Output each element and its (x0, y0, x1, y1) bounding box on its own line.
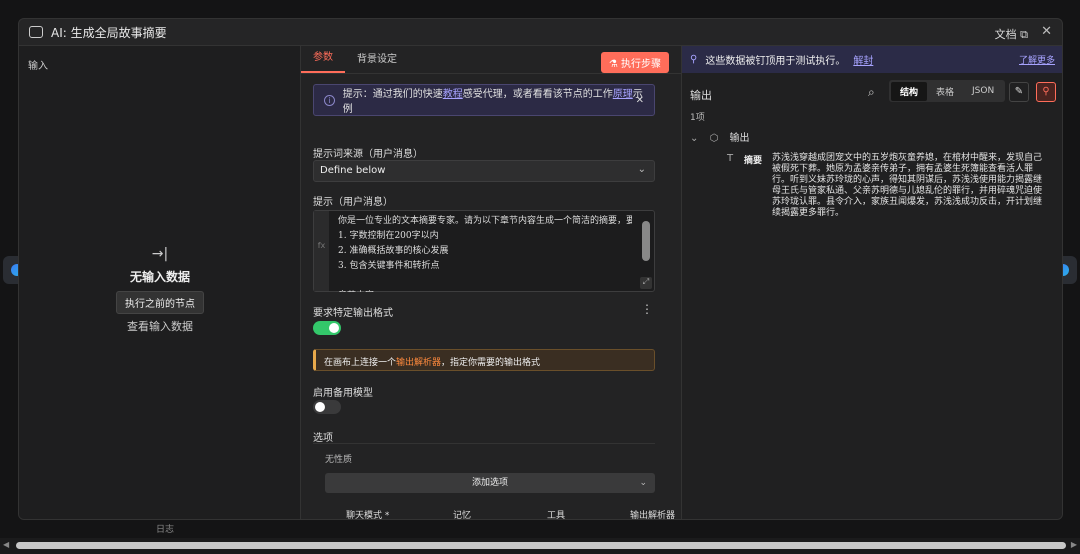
parameters-panel: 参数 背景设定 ⚗ 执行步骤 i 提示：通过我们的快速教程感受代理，或者看看该节… (301, 46, 696, 520)
scroll-left-icon[interactable]: ◀ (3, 540, 9, 549)
empty-input-state: →| 无输入数据 执行之前的节点 查看输入数据 (19, 246, 301, 334)
item-count: 1项 (690, 113, 705, 123)
text-type-icon: T (727, 153, 734, 164)
output-title: 输出 (690, 89, 712, 102)
chevron-down-icon: ⌄ (637, 164, 646, 175)
search-icon[interactable]: ⌕ (868, 85, 875, 100)
chat-model-label: 聊天模式 * (346, 511, 390, 520)
prompt-source-select[interactable]: Define below ⌄ (313, 160, 655, 182)
learn-more-link[interactable]: 了解更多 (1019, 53, 1055, 66)
empty-input-title: 无输入数据 (129, 270, 190, 284)
fallback-model-label: 启用备用模型 (313, 388, 373, 399)
prompt-text[interactable]: 你是一位专业的文本摘要专家。请为以下章节内容生成一个简洁的摘要，要求: 1. 字… (338, 214, 632, 292)
more-options-icon[interactable]: ⋮ (641, 302, 653, 316)
fallback-model-toggle[interactable] (313, 400, 341, 414)
chevron-down-icon: ⌄ (639, 478, 647, 488)
tools-label: 工具 (547, 511, 566, 520)
tip-notice: i 提示：通过我们的快速教程感受代理，或者看看该节点的工作原理示例 ✕ (313, 84, 655, 116)
expression-icon[interactable]: fx (314, 211, 329, 291)
info-icon: i (324, 94, 335, 106)
log-label[interactable]: 日志 (156, 522, 174, 535)
execute-step-button[interactable]: ⚗ 执行步骤 (600, 52, 669, 73)
require-format-label: 要求特定输出格式 (313, 308, 393, 319)
field-value: 苏浅浅穿越成团宠文中的五岁炮灰童养媳，在棺材中醒来，发现自己被假死下葬。她原为孟… (772, 153, 1043, 218)
add-option-button[interactable]: 添加选项 ⌄ (325, 473, 655, 493)
pinned-notice-text: 这些数据被钉顶用于测试执行。 (705, 56, 846, 67)
tab-parameters[interactable]: 参数 (301, 48, 345, 73)
prompt-editor[interactable]: fx 你是一位专业的文本摘要专家。请为以下章节内容生成一个简洁的摘要，要求: 1… (313, 210, 655, 292)
close-icon[interactable]: ✕ (1041, 24, 1052, 39)
expand-editor-icon[interactable]: ⤢ (640, 277, 652, 289)
prompt-scrollbar[interactable] (642, 221, 650, 261)
require-format-toggle[interactable] (313, 321, 341, 335)
pin-output-button[interactable]: ⚲ (1036, 82, 1056, 102)
horizontal-scroll-thumb[interactable] (16, 542, 1066, 549)
output-panel: ⚲ 这些数据被钉顶用于测试执行。 解封 了解更多 输出 ⌕ 结构 表格 JSON… (681, 46, 1062, 519)
tab-settings[interactable]: 背景设定 (345, 50, 409, 73)
cube-icon: ⬡ (709, 133, 719, 144)
pinned-data-bar: ⚲ 这些数据被钉顶用于测试执行。 解封 了解更多 (682, 46, 1062, 73)
no-property-text: 无性质 (325, 455, 353, 465)
view-schema-button[interactable]: 结构 (891, 81, 928, 101)
field-key: 摘要 (744, 156, 763, 166)
input-panel: 输入 →| 无输入数据 执行之前的节点 查看输入数据 (19, 46, 301, 519)
docs-link[interactable]: 文档 ⧉ (995, 26, 1028, 42)
options-divider (313, 443, 655, 444)
memory-label: 记忆 (453, 511, 472, 520)
arrow-into-icon: →| (151, 246, 169, 262)
input-panel-label: 输入 (28, 61, 48, 72)
view-mode-switch: 结构 表格 JSON (889, 80, 1006, 102)
scroll-right-icon[interactable]: ▶ (1071, 540, 1077, 549)
modal-title: AI: 生成全局故事摘要 (51, 25, 167, 40)
view-input-link[interactable]: 查看输入数据 (19, 318, 301, 334)
output-parser-label: 输出解析器 (630, 511, 676, 520)
options-label: 选项 (313, 433, 333, 444)
view-json-button[interactable]: JSON (963, 83, 1003, 99)
horizontal-scrollbar: ◀ ▶ (0, 538, 1080, 554)
tutorial-link[interactable]: 教程 (443, 89, 463, 100)
output-tree-root[interactable]: ⌄ ⬡ 输出 (690, 129, 750, 144)
view-table-button[interactable]: 表格 (927, 82, 963, 101)
prompt-source-label: 提示词来源（用户消息） (313, 149, 423, 160)
modal-header: AI: 生成全局故事摘要 文档 ⧉ ✕ (19, 19, 1062, 46)
robot-icon (29, 26, 43, 38)
tip-text: 提示：通过我们的快速教程感受代理，或者看看该节点的工作原理示例 (342, 89, 643, 115)
run-previous-nodes-button[interactable]: 执行之前的节点 (116, 291, 204, 314)
output-parser-warning: 在画布上连接一个输出解析器，指定你需要的输出格式 (313, 349, 655, 371)
principle-link[interactable]: 原理 (613, 89, 633, 100)
unpin-link[interactable]: 解封 (853, 52, 873, 67)
edit-output-button[interactable]: ✎ (1009, 82, 1029, 102)
output-parser-link[interactable]: 输出解析器 (396, 358, 441, 368)
prompt-label: 提示（用户消息） (313, 197, 393, 208)
chevron-down-icon: ⌄ (690, 133, 699, 144)
node-editor-modal: AI: 生成全局故事摘要 文档 ⧉ ✕ 输入 →| 无输入数据 执行之前的节点 … (18, 18, 1063, 520)
toggle-knob (329, 323, 339, 333)
pin-icon: ⚲ (690, 54, 698, 65)
close-notice-icon[interactable]: ✕ (636, 95, 644, 106)
toggle-knob (315, 402, 325, 412)
